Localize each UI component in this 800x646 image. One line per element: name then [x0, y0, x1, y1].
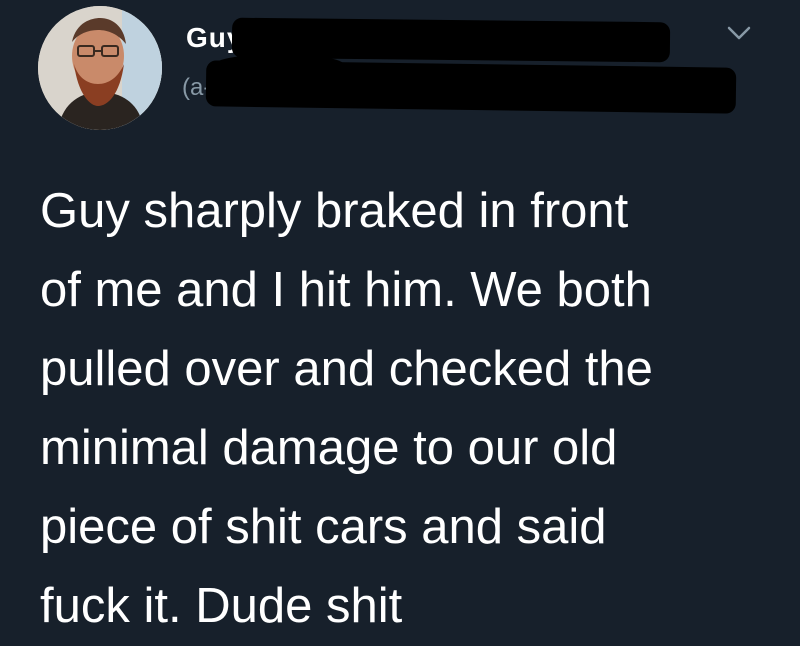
tweet-card: Guy .... ... (a- Guy sharply braked in f…	[0, 0, 800, 639]
chevron-down-icon[interactable]	[726, 24, 752, 42]
tweet-text: Guy sharply braked in front of me and I …	[40, 184, 653, 633]
redaction-bar	[205, 60, 737, 114]
profile-avatar-icon	[38, 6, 162, 130]
avatar[interactable]	[38, 6, 162, 130]
